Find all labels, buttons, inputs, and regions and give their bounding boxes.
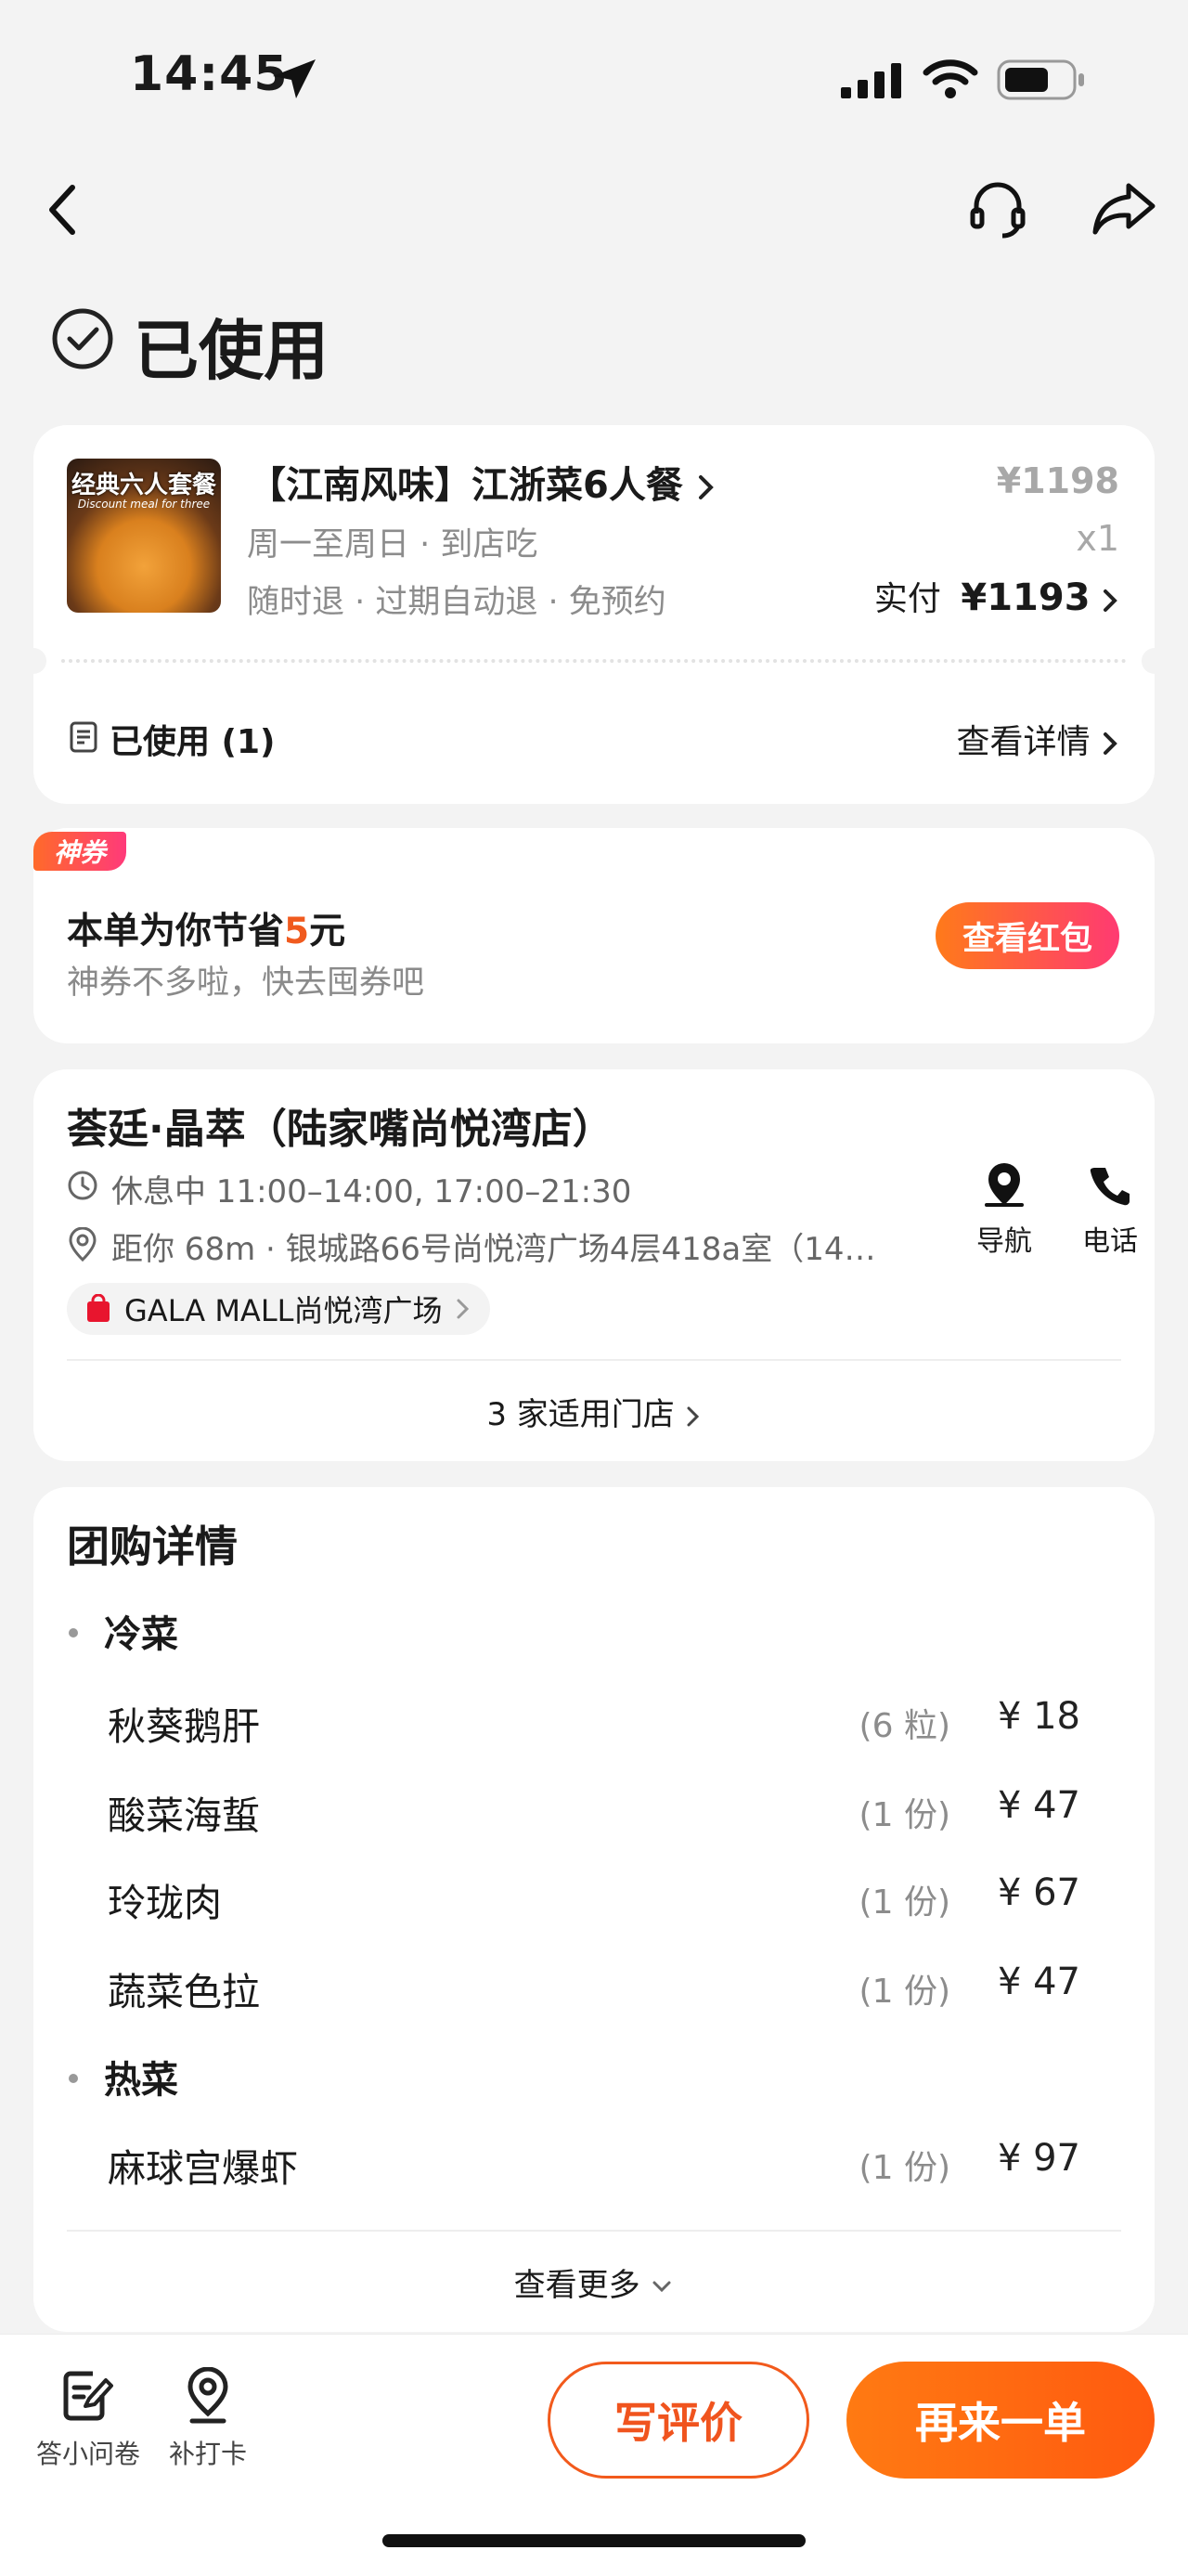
- view-more-link[interactable]: 查看更多: [33, 2259, 1155, 2305]
- menu-item-name: 麻球宫爆虾: [108, 2146, 298, 2191]
- signal-icon: [841, 63, 901, 98]
- details-link-label: 查看详情: [956, 723, 1091, 761]
- section-bullet: [69, 2074, 78, 2083]
- group-details-title: 团购详情: [67, 1521, 238, 1572]
- thumbnail-caption: 经典六人套餐: [71, 472, 216, 499]
- survey-edit-icon: [63, 2371, 113, 2421]
- view-more-label: 查看更多: [513, 2267, 640, 2304]
- menu-item-price: ¥ 47: [997, 1784, 1080, 1827]
- quantity: x1: [1076, 518, 1119, 559]
- checkin-button[interactable]: 补打卡: [152, 2366, 264, 2471]
- menu-item-qty: (1 份): [859, 1883, 950, 1922]
- saving-prefix: 本单为你节省: [67, 911, 285, 952]
- chevron-right-icon: [1104, 589, 1117, 612]
- order-card: 经典六人套餐 Discount meal for three 【江南风味】江浙菜…: [20, 425, 1168, 804]
- wifi-icon: [923, 59, 978, 98]
- menu-item-price: ¥ 47: [997, 1961, 1080, 2003]
- mall-tag-label: GALA MALL尚悦湾广场: [124, 1293, 443, 1328]
- menu-item-price: ¥ 97: [997, 2137, 1080, 2180]
- location-arrow-icon: [273, 59, 316, 98]
- phone-button[interactable]: 电话: [1045, 1162, 1175, 1259]
- clock-icon: [68, 1171, 97, 1200]
- menu-item-name: 玲珑肉: [108, 1881, 222, 1925]
- menu-item-qty: (6 粒): [859, 1707, 950, 1745]
- document-icon: [70, 721, 97, 753]
- store-card: 荟廷·晶萃（陆家嘴尚悦湾店） 休息中 11:00–14:00, 17:00–21…: [33, 1069, 1155, 1461]
- store-address[interactable]: 距你 68m · 银城路66号尚悦湾广场4层418a室（14…: [111, 1223, 937, 1269]
- view-red-packet-button[interactable]: 查看红包: [936, 902, 1119, 969]
- deal-title-text: 【江南风味】江浙菜6人餐: [249, 464, 683, 507]
- survey-button[interactable]: 答小问卷: [28, 2367, 148, 2471]
- thumbnail-subcaption: Discount meal for three: [77, 498, 211, 511]
- survey-label: 答小问卷: [35, 2439, 140, 2469]
- used-count: 已使用 (1): [110, 723, 276, 761]
- deal-thumbnail[interactable]: 经典六人套餐 Discount meal for three: [67, 459, 221, 613]
- menu-item-name: 秋葵鹅肝: [108, 1704, 260, 1749]
- original-price: ¥1198: [996, 460, 1119, 501]
- phone-icon: [1090, 1168, 1130, 1206]
- store-divider: [67, 1359, 1121, 1361]
- group-details-card: 团购详情 冷菜 秋葵鹅肝 (6 粒) ¥ 18 酸菜海蜇 (1 份) ¥ 47 …: [33, 1487, 1155, 2332]
- details-divider: [67, 2230, 1121, 2232]
- menu-item-name: 蔬菜色拉: [108, 1970, 260, 2014]
- section-bullet: [69, 1628, 78, 1638]
- home-indicator: [382, 2534, 806, 2547]
- battery-icon: [997, 59, 1084, 100]
- menu-item: 玲珑肉 (1 份) ¥ 67: [108, 1871, 1117, 1927]
- saving-amount: 5: [284, 911, 310, 952]
- paid-amount-row[interactable]: 实付 ¥1193: [874, 572, 1119, 620]
- coupon-badge: 神券: [33, 832, 126, 871]
- page-title: 已使用: [134, 313, 329, 389]
- ticket-notch-left: [20, 648, 46, 674]
- menu-item: 蔬菜色拉 (1 份) ¥ 47: [108, 1961, 1117, 2016]
- mall-tag[interactable]: GALA MALL尚悦湾广场: [67, 1283, 491, 1335]
- applicable-stores-label: 3 家适用门店: [486, 1396, 675, 1433]
- phone-label: 电话: [1082, 1225, 1138, 1258]
- checkin-pin-icon: [187, 2366, 228, 2424]
- location-pin-icon: [69, 1227, 97, 1262]
- menu-item-qty: (1 份): [859, 2149, 950, 2187]
- saving-suffix: 元: [309, 911, 346, 952]
- chevron-right-icon: [698, 475, 714, 499]
- back-icon[interactable]: [45, 182, 82, 238]
- customer-service-icon[interactable]: [967, 178, 1028, 239]
- chevron-right-icon: [687, 1406, 699, 1426]
- deal-policy: 随时退 · 过期自动退 · 免预约: [247, 584, 666, 621]
- applicable-stores-link[interactable]: 3 家适用门店: [33, 1389, 1155, 1434]
- store-name[interactable]: 荟廷·晶萃（陆家嘴尚悦湾店）: [67, 1095, 613, 1155]
- navigation-icon: [985, 1163, 1024, 1207]
- status-time: 14:45: [130, 46, 289, 102]
- coupon-subtitle: 神券不多啦，快去囤券吧: [67, 964, 425, 1002]
- menu-item: 酸菜海蜇 (1 份) ¥ 47: [108, 1784, 1117, 1840]
- saving-text: 本单为你节省5元: [67, 902, 345, 954]
- ticket-divider: [61, 659, 1127, 663]
- section-title-cold: 冷菜: [104, 1613, 178, 1656]
- menu-item-qty: (1 份): [859, 1973, 950, 2011]
- write-review-button[interactable]: 写评价: [548, 2362, 809, 2479]
- chevron-down-icon: [652, 2281, 671, 2292]
- check-circle-icon: [52, 308, 113, 369]
- reorder-button[interactable]: 再来一单: [846, 2362, 1155, 2479]
- details-link[interactable]: 查看详情: [957, 715, 1119, 763]
- coupon-card: 神券 本单为你节省5元 神券不多啦，快去囤券吧 查看红包: [33, 828, 1155, 1043]
- menu-item-price: ¥ 18: [997, 1695, 1080, 1738]
- menu-item-price: ¥ 67: [997, 1871, 1080, 1914]
- menu-item: 麻球宫爆虾 (1 份) ¥ 97: [108, 2137, 1117, 2193]
- menu-item: 秋葵鹅肝 (6 粒) ¥ 18: [108, 1695, 1117, 1751]
- deal-title[interactable]: 【江南风味】江浙菜6人餐: [249, 455, 717, 509]
- share-icon[interactable]: [1091, 180, 1156, 236]
- shopping-bag-icon: [87, 1294, 110, 1322]
- deal-days: 周一至周日 · 到店吃: [247, 526, 538, 563]
- checkin-label: 补打卡: [168, 2439, 247, 2469]
- chevron-right-icon: [1104, 732, 1117, 755]
- menu-item-qty: (1 份): [859, 1796, 950, 1834]
- paid-amount: ¥1193: [961, 576, 1091, 619]
- paid-label: 实付: [873, 580, 941, 618]
- chevron-right-icon: [457, 1299, 470, 1319]
- menu-item-name: 酸菜海蜇: [108, 1793, 260, 1838]
- ticket-notch-right: [1142, 648, 1168, 674]
- store-hours: 休息中 11:00–14:00, 17:00–21:30: [111, 1173, 632, 1210]
- section-title-hot: 热菜: [104, 2059, 178, 2102]
